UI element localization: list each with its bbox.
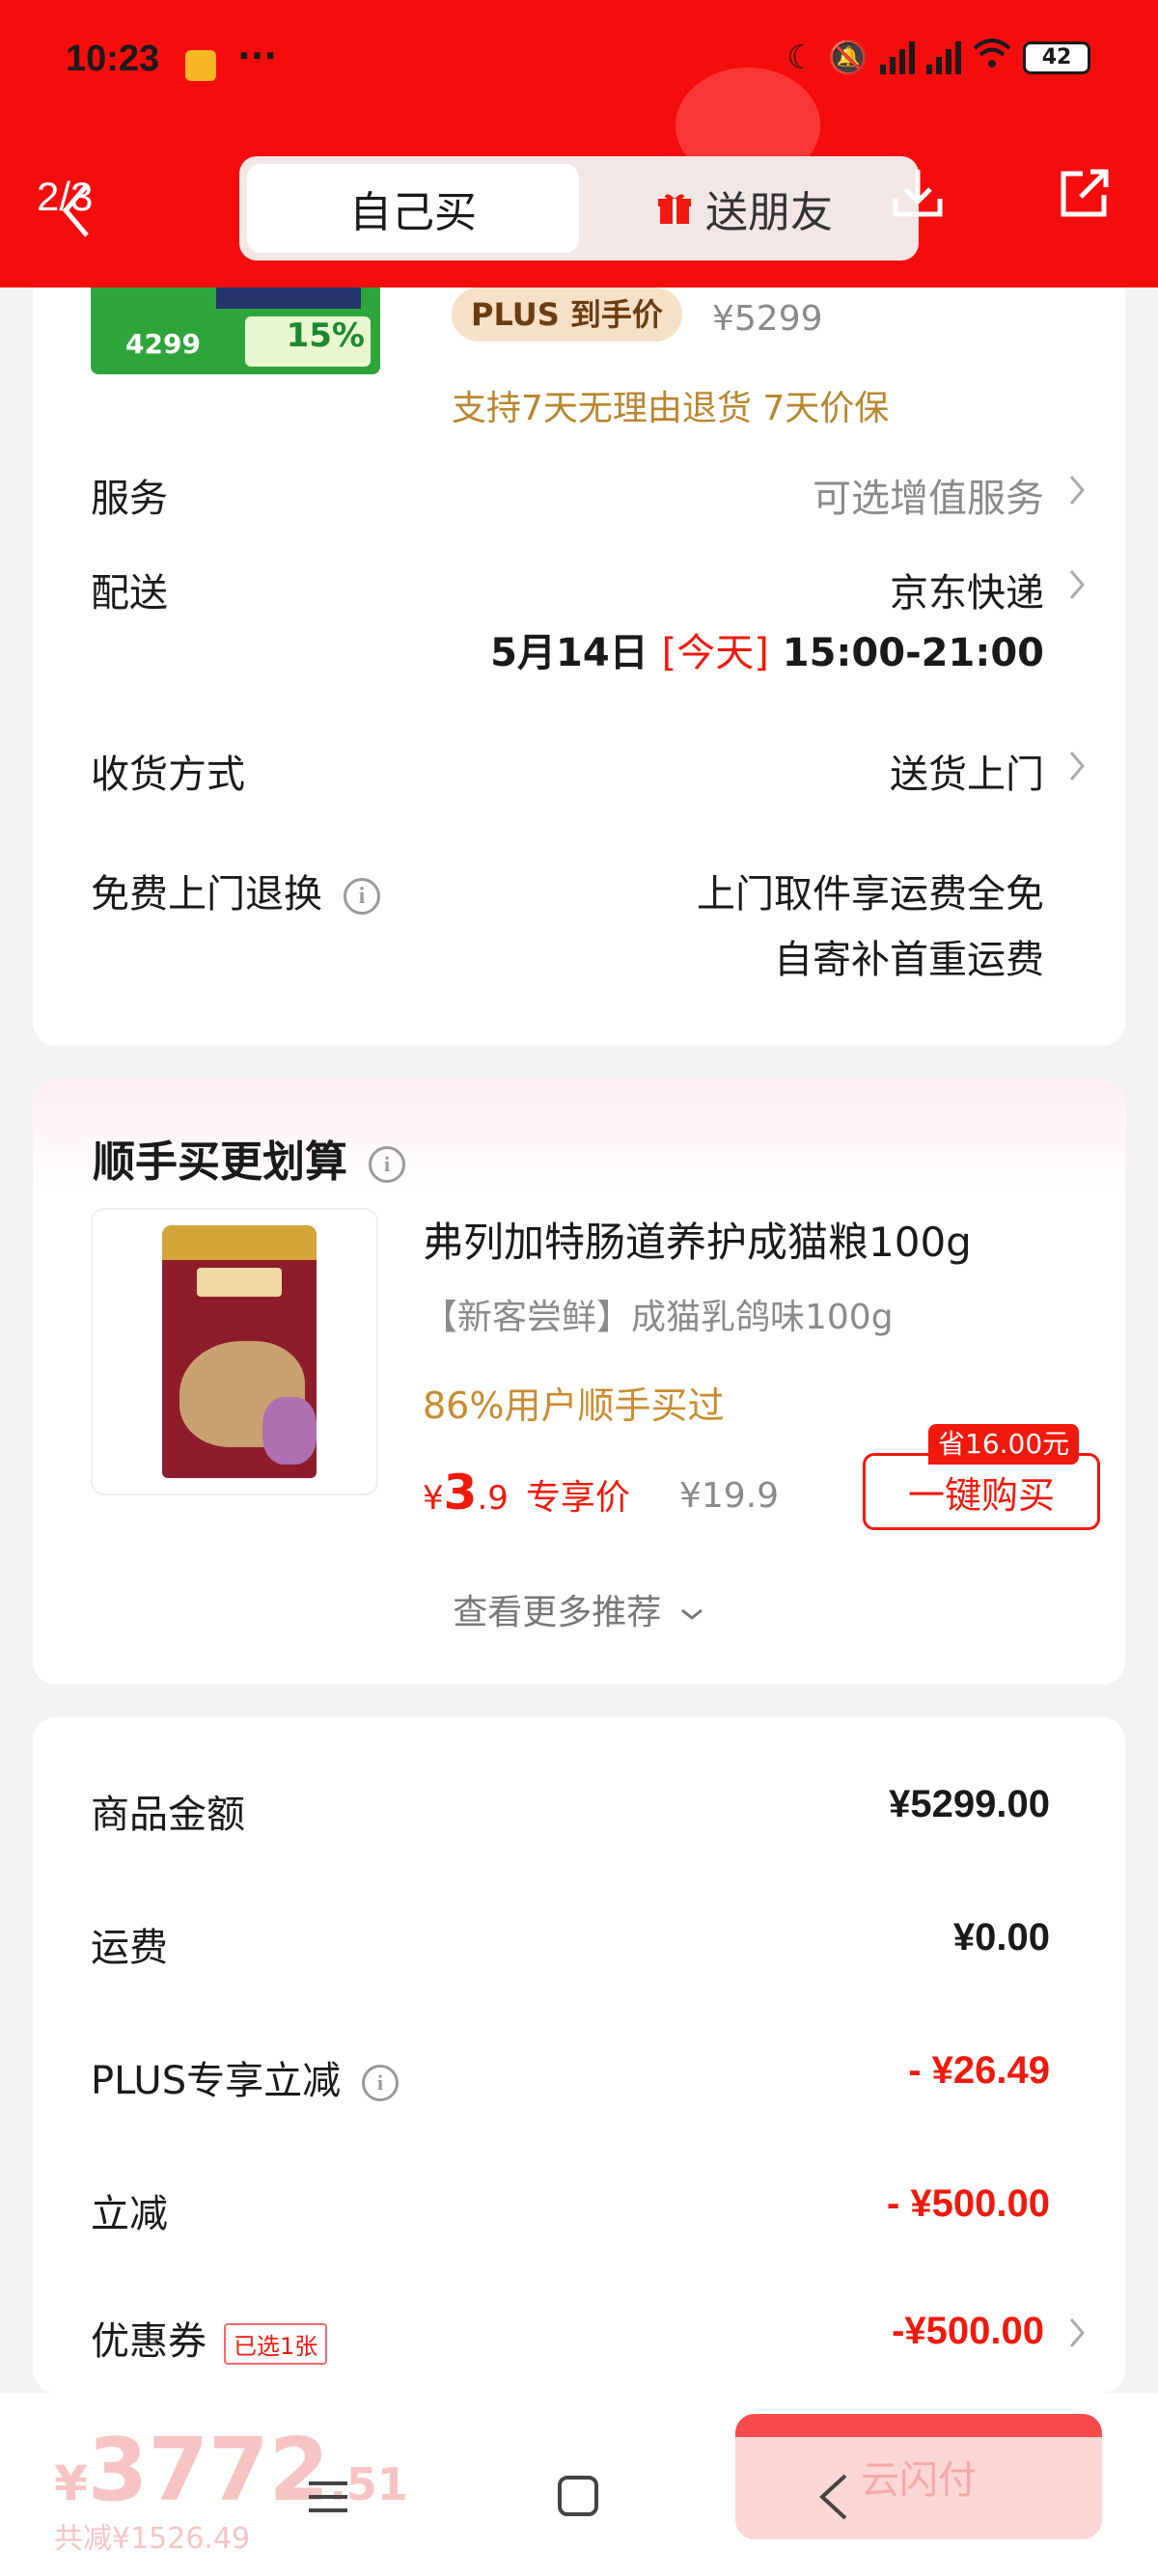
recommend-product-spec: 【新客尝鲜】成猫乳鸽味100g [423, 1298, 894, 1337]
thumb-price: 4299 [125, 328, 201, 360]
mute-bell-icon: 🔕 [827, 38, 868, 77]
delivery-today: [今天] [661, 631, 769, 675]
summary-label: 立减 [91, 2192, 168, 2236]
delivery-value: 京东快递 [890, 571, 1044, 616]
thumb-badge: 15% [245, 316, 371, 367]
return-guarantee: 支持7天无理由退货 7天价保 [452, 389, 890, 428]
free-return-label: 免费上门退换 i [91, 863, 380, 918]
buy-button-label: 一键购买 [907, 1473, 1055, 1517]
more-recommendations-link[interactable]: 查看更多推荐 [33, 1584, 1125, 1634]
receive-value: 送货上门 [890, 753, 1044, 797]
nav-back-icon[interactable] [814, 2472, 853, 2522]
recommend-price: ¥3.9 专享价 [423, 1465, 630, 1521]
summary-value: ¥0.00 [952, 1916, 1050, 1959]
bag-flower [262, 1397, 317, 1465]
chevron-right-icon [1069, 2318, 1085, 2347]
system-nav-bar [0, 2464, 1158, 2541]
download-icon[interactable] [888, 164, 948, 224]
signal-2-icon [926, 41, 961, 74]
coupon-selected-tag: 已选1张 [224, 2322, 328, 2365]
product-original-price: ¥5299 [712, 299, 823, 339]
receive-label: 收货方式 [91, 753, 245, 797]
chevron-down-icon [680, 1608, 703, 1620]
home-icon[interactable] [558, 2476, 598, 2516]
status-time: 10:23 [66, 39, 160, 79]
summary-label-text: 优惠券 [91, 2319, 207, 2364]
summary-label-text: PLUS专享立减 [91, 2059, 342, 2103]
info-icon[interactable]: i [344, 878, 380, 915]
info-icon[interactable]: i [369, 1146, 405, 1183]
info-icon[interactable]: i [362, 2065, 400, 2101]
chevron-right-icon [1069, 752, 1085, 781]
tab-label: 自己买 [349, 188, 477, 237]
recommend-product-name[interactable]: 弗列加特肠道养护成猫粮100g [423, 1210, 972, 1269]
status-icons: ☾ 🔕 42 [786, 37, 1090, 78]
bag-logo [197, 1268, 282, 1297]
order-info-card: 4299 15% PLUS 到手价 ¥5299 支持7天无理由退货 7天价保 服… [33, 288, 1125, 1046]
status-bar: 10:23 ··· ☾ 🔕 42 [0, 0, 1158, 130]
battery-icon: 42 [1023, 41, 1090, 74]
delivery-time: 15:00-21:00 [782, 631, 1044, 675]
price-decimal: .9 [477, 1479, 509, 1518]
free-return-value-1: 上门取件享运费全免 [697, 872, 1044, 917]
purchase-mode-tabs: 自己买 送朋友 [239, 156, 919, 260]
tab-send-to-friend[interactable]: 送朋友 [579, 164, 911, 253]
back-arrow-icon[interactable] [60, 181, 93, 239]
summary-label: 商品金额 [91, 1793, 245, 1837]
more-link-label: 查看更多推荐 [453, 1593, 662, 1632]
exclusive-price-tag: 专享价 [525, 1478, 630, 1518]
chevron-right-icon [1069, 476, 1085, 505]
summary-value: -¥500.00 [892, 2310, 1044, 2352]
menu-icon[interactable] [307, 2478, 349, 2516]
delivery-schedule: 5月14日 [今天] 15:00-21:00 [490, 621, 1044, 677]
summary-label: 运费 [91, 1926, 168, 1970]
recommend-original-price: ¥19.9 [679, 1476, 780, 1516]
product-thumbnail[interactable]: 4299 15% [91, 288, 380, 374]
free-return-label-text: 免费上门退换 [91, 872, 322, 917]
summary-value: - ¥26.49 [908, 2049, 1050, 2092]
recommendation-card: 顺手买更划算 i 弗列加特肠道养护成猫粮100g 【新客尝鲜】成猫乳鸽味100g … [33, 1079, 1125, 1685]
one-click-buy-button[interactable]: 一键购买 [863, 1453, 1100, 1530]
delivery-date: 5月14日 [490, 631, 648, 675]
notification-app-icon [185, 50, 216, 81]
summary-value: ¥5299.00 [889, 1783, 1050, 1825]
service-value: 可选增值服务 [813, 477, 1044, 521]
thumb-phone-edge [216, 288, 361, 309]
moon-icon: ☾ [786, 38, 816, 77]
price-integer: 3 [443, 1465, 478, 1521]
chevron-right-icon [1069, 570, 1085, 599]
free-return-value-2: 自寄补首重运费 [774, 938, 1044, 982]
recommendation-title: 顺手买更划算 i [93, 1127, 405, 1189]
pay-button-highlight [735, 2414, 1102, 2437]
plus-price-tag: PLUS 到手价 [452, 288, 682, 342]
recommendation-title-text: 顺手买更划算 [93, 1137, 347, 1187]
recommend-purchase-stat: 86%用户顺手买过 [423, 1384, 725, 1427]
bag-top [162, 1225, 317, 1260]
price-summary-card: 商品金额 ¥5299.00 运费 ¥0.00 PLUS专享立减 i - ¥26.4… [33, 1717, 1125, 2393]
signal-icon [880, 41, 915, 74]
more-notifications-icon: ··· [237, 37, 278, 76]
tab-label: 送朋友 [705, 188, 833, 237]
delivery-label: 配送 [91, 571, 168, 616]
summary-value: - ¥500.00 [886, 2182, 1050, 2225]
header: 10:23 ··· ☾ 🔕 42 2/3 自己买 送朋友 [0, 0, 1158, 288]
summary-label: 优惠券 已选1张 [91, 2310, 328, 2366]
tab-buy-for-self[interactable]: 自己买 [247, 164, 579, 253]
gift-icon [658, 194, 691, 224]
wifi-icon [973, 37, 1011, 78]
share-icon[interactable] [1054, 164, 1114, 224]
cat-food-image[interactable] [91, 1208, 378, 1495]
summary-label: PLUS专享立减 i [91, 2049, 400, 2105]
cat-food-bag [162, 1225, 317, 1478]
save-amount-badge: 省16.00元 [928, 1424, 1080, 1465]
currency-symbol: ¥ [423, 1479, 444, 1518]
service-label: 服务 [91, 477, 168, 521]
